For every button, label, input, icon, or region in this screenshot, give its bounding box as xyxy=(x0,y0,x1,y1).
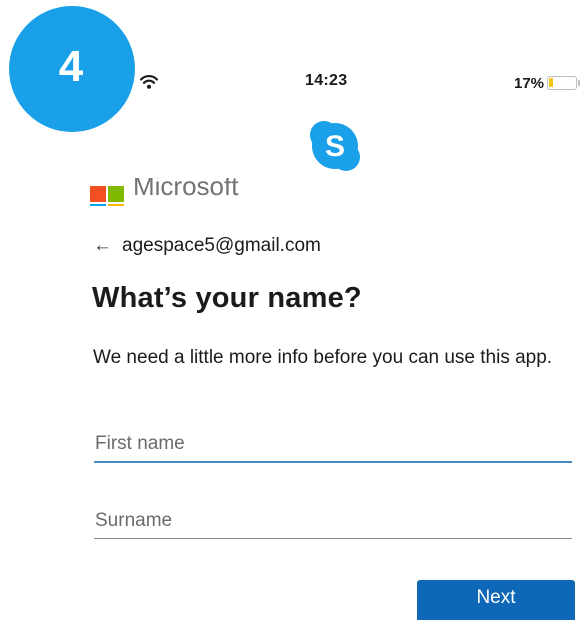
battery-icon xyxy=(547,76,578,90)
account-email[interactable]: agespace5@gmail.com xyxy=(122,235,321,257)
page-title: What’s your name? xyxy=(92,282,362,314)
battery-cap xyxy=(578,80,581,86)
battery-fill xyxy=(549,78,554,87)
skype-signup-screen: 4 14:23 17% S Microsoft ← agespace5@gmai… xyxy=(0,0,583,620)
page-description: We need a little more info before you ca… xyxy=(93,347,553,368)
wifi-icon xyxy=(140,75,158,89)
status-bar: 14:23 17% xyxy=(0,70,583,96)
microsoft-wordmark: Microsoft xyxy=(133,178,239,201)
first-name-input[interactable] xyxy=(94,427,572,463)
status-time: 14:23 xyxy=(305,72,348,89)
back-arrow-icon[interactable]: ← xyxy=(93,235,112,257)
step-number-badge: 4 xyxy=(9,6,135,132)
next-button[interactable]: Next xyxy=(417,580,575,620)
back-to-account-link[interactable]: ← agespace5@gmail.com xyxy=(93,234,321,258)
microsoft-header: Microsoft xyxy=(90,178,490,206)
surname-input[interactable] xyxy=(94,503,572,539)
battery-percent: 17% xyxy=(514,74,545,92)
battery-indicator: 17% xyxy=(514,73,581,93)
skype-logo-icon: S xyxy=(310,121,360,171)
skype-logo-letter: S xyxy=(325,130,345,163)
microsoft-logo-icon xyxy=(90,186,126,206)
